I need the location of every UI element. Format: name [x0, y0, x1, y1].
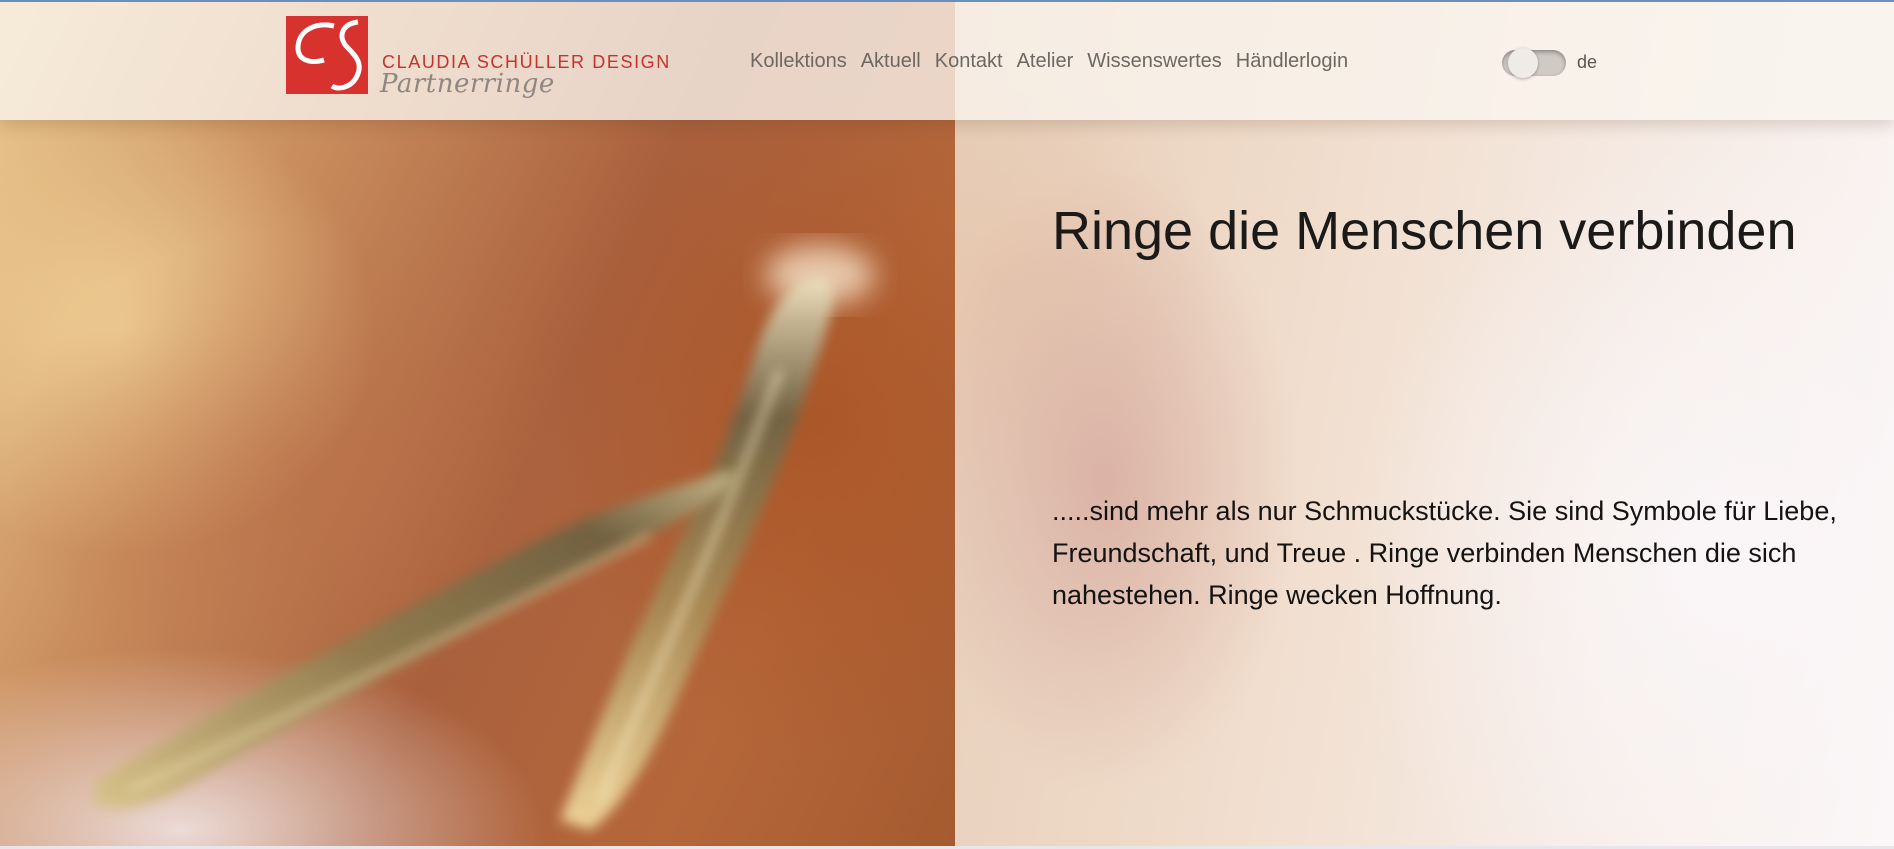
nav-item-haendlerlogin[interactable]: Händlerlogin: [1236, 50, 1348, 73]
toggle-knob: [1508, 48, 1538, 78]
nav-item-atelier[interactable]: Atelier: [1017, 50, 1074, 73]
hero-image: [0, 0, 955, 849]
hero-right-panel: [955, 0, 1894, 849]
logo[interactable]: CLAUDIA SCHÜLLER DESIGN Partnerringe: [286, 16, 706, 108]
logo-tagline: Partnerringe: [380, 69, 555, 99]
language-toggle[interactable]: [1502, 46, 1568, 80]
rings-illustration: [92, 245, 875, 830]
nav-item-kollektions[interactable]: Kollektions: [750, 50, 847, 73]
hero-intro-text: .....sind mehr als nur Schmuckstücke. Si…: [1052, 496, 1837, 610]
main-navigation: Kollektions Aktuell Kontakt Atelier Wiss…: [750, 50, 1362, 73]
nav-item-kontakt[interactable]: Kontakt: [935, 50, 1003, 73]
cs-monogram-logo-icon: [286, 16, 368, 94]
page: CLAUDIA SCHÜLLER DESIGN Partnerringe Kol…: [0, 0, 1894, 849]
nav-item-aktuell[interactable]: Aktuell: [861, 50, 921, 73]
site-header: CLAUDIA SCHÜLLER DESIGN Partnerringe Kol…: [0, 0, 1894, 120]
hero-headline: Ringe die Menschen verbinden: [1052, 201, 1797, 261]
nav-item-wissenswertes[interactable]: Wissenswertes: [1087, 50, 1221, 73]
language-label[interactable]: de: [1577, 52, 1597, 73]
